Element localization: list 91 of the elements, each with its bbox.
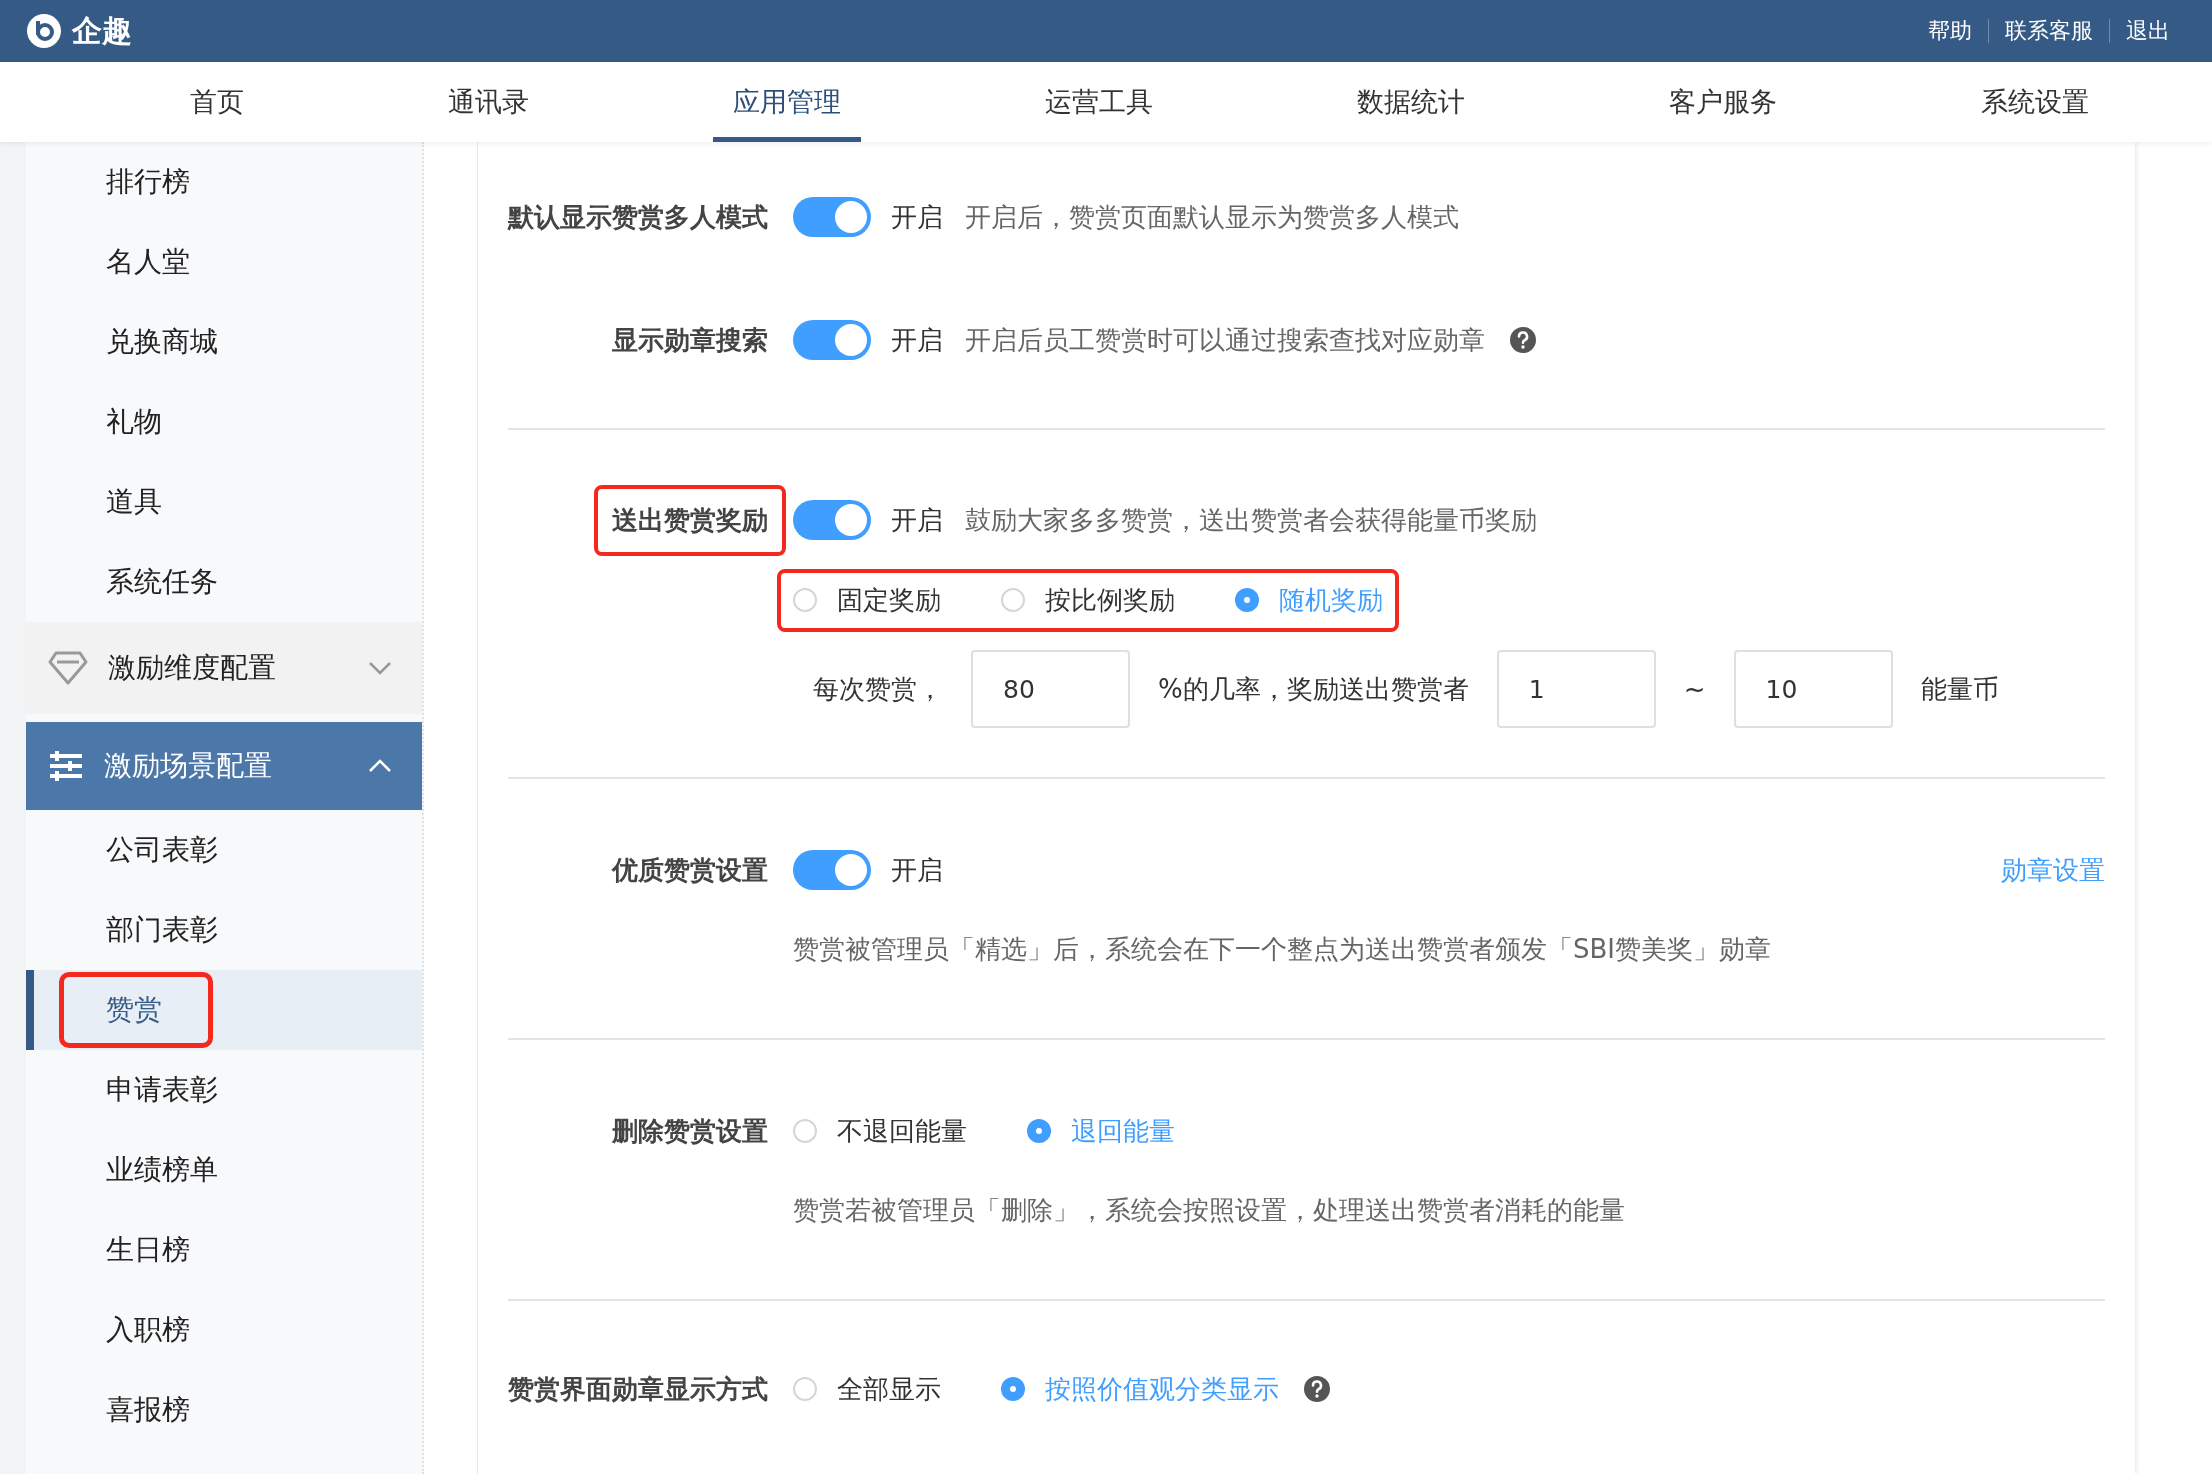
setting-label: 优质赞赏设置: [610, 853, 769, 887]
radio-label: 不退回能量: [837, 1114, 967, 1148]
radio-label: 按照价值观分类显示: [1045, 1372, 1279, 1406]
sidebar-item-label: 入职榜: [105, 1312, 191, 1348]
sidebar-item[interactable]: 兑换商城: [26, 302, 422, 382]
radio-button[interactable]: [793, 1377, 817, 1401]
logo-icon: [26, 13, 62, 49]
setting-label: 默认显示赞赏多人模式: [506, 200, 769, 234]
radio-button[interactable]: [1235, 588, 1259, 612]
sidebar-item-label: 部门表彰: [105, 912, 219, 948]
sidebar-group[interactable]: 激励维度配置: [26, 622, 422, 714]
radio-label: 随机奖励: [1279, 583, 1383, 617]
number-input[interactable]: 80: [971, 650, 1130, 728]
nav-tab[interactable]: 运营工具: [1025, 62, 1173, 142]
rule-text: 每次赞赏，: [813, 672, 943, 706]
toggle-switch[interactable]: [793, 320, 871, 360]
toggle-label: 开启: [891, 200, 943, 234]
toggle-switch[interactable]: [793, 197, 871, 237]
nav-tab[interactable]: 系统设置: [1961, 62, 2109, 142]
sidebar-item-label: 礼物: [105, 404, 163, 440]
setting-description: 赞赏若被管理员「删除」，系统会按照设置，处理送出赞赏者消耗的能量: [792, 1194, 1626, 1227]
nav-tab[interactable]: 数据统计: [1337, 62, 1485, 142]
setting-label: 送出赞赏奖励: [594, 484, 786, 556]
sidebar-item[interactable]: 入职榜: [26, 1290, 422, 1370]
sidebar-item[interactable]: 道具: [26, 462, 422, 542]
setting-description: 赞赏被管理员「精选」后，系统会在下一个整点为送出赞赏者颁发「SBI赞美奖」勋章: [792, 933, 1772, 966]
sidebar-item[interactable]: 业绩榜单: [26, 1130, 422, 1210]
radio-option[interactable]: 固定奖励: [793, 582, 941, 618]
chevron-up-icon: [368, 759, 392, 773]
sidebar-item-label: 排行榜: [105, 164, 191, 200]
radio-button[interactable]: [793, 1119, 817, 1143]
sidebar-item[interactable]: 赞赏: [26, 970, 422, 1050]
nav-tab[interactable]: 通讯录: [428, 62, 549, 142]
sidebar-item-label: 喜报榜: [105, 1392, 191, 1428]
help-icon[interactable]: [1303, 1375, 1331, 1403]
header-link[interactable]: 退出: [2109, 19, 2186, 43]
sidebar-item-label: 系统任务: [105, 564, 219, 600]
sidebar-item-label: 名人堂: [105, 244, 191, 280]
help-icon[interactable]: [1509, 326, 1537, 354]
sidebar-item[interactable]: 喜报榜: [26, 1370, 422, 1450]
sidebar-item-label: 业绩榜单: [105, 1152, 219, 1188]
sidebar-item[interactable]: 申请表彰: [26, 1050, 422, 1130]
number-input[interactable]: 1: [1496, 650, 1656, 728]
radio-button[interactable]: [1001, 588, 1025, 612]
sidebar-item-label: 申请表彰: [105, 1072, 219, 1108]
setting-note: 开启后员工赞赏时可以通过搜索查找对应勋章: [965, 323, 1485, 357]
radio-label: 按比例奖励: [1045, 583, 1175, 617]
setting-label: 删除赞赏设置: [610, 1114, 769, 1148]
sidebar-item[interactable]: 名人堂: [26, 222, 422, 302]
sidebar-item[interactable]: 排行榜: [26, 142, 422, 222]
sidebar-item[interactable]: 礼物: [26, 382, 422, 462]
logo-text: 企趣: [72, 11, 132, 50]
radio-option[interactable]: 全部显示: [793, 1371, 941, 1407]
toggle-label: 开启: [891, 323, 943, 357]
radio-button[interactable]: [1027, 1119, 1051, 1143]
sidebar-item[interactable]: 公司表彰: [26, 810, 422, 890]
sidebar-item-label: 兑换商城: [105, 324, 219, 360]
radio-button[interactable]: [1001, 1377, 1025, 1401]
sidebar-item-label: 道具: [105, 484, 163, 520]
setting-label: 显示勋章搜索: [611, 323, 769, 357]
nav-tab[interactable]: 首页: [170, 62, 264, 142]
setting-note: 鼓励大家多多赞赏，送出赞赏者会获得能量币奖励: [965, 503, 1537, 537]
setting-note: 开启后，赞赏页面默认显示为赞赏多人模式: [965, 200, 1459, 234]
sidebar-item-label: 赞赏: [59, 972, 213, 1048]
header-link[interactable]: 帮助: [1912, 19, 1988, 43]
number-input[interactable]: 10: [1733, 650, 1893, 728]
toggle-label: 开启: [891, 503, 943, 537]
rule-text: %的几率，奖励送出赞赏者: [1158, 672, 1469, 706]
radio-option[interactable]: 不退回能量: [793, 1113, 967, 1149]
sidebar-item-label: 公司表彰: [105, 832, 219, 868]
nav-tab[interactable]: 客户服务: [1649, 62, 1797, 142]
setting-label: 赞赏界面勋章显示方式: [507, 1372, 769, 1406]
rule-text: ~: [1683, 674, 1706, 704]
sidebar-item[interactable]: 生日榜: [26, 1210, 422, 1290]
sidebar-item[interactable]: 系统任务: [26, 542, 422, 622]
diamond-icon: [48, 650, 88, 686]
sidebar-item-label: 生日榜: [105, 1232, 191, 1268]
radio-option[interactable]: 按比例奖励: [1001, 582, 1175, 618]
sidebar-group[interactable]: 激励场景配置: [26, 722, 422, 810]
header-link[interactable]: 联系客服: [1988, 19, 2109, 43]
radio-label: 全部显示: [837, 1372, 941, 1406]
chevron-down-icon: [368, 661, 392, 675]
rule-text: 能量币: [1920, 672, 1999, 706]
toggle-switch[interactable]: [793, 850, 871, 890]
toggle-switch[interactable]: [793, 500, 871, 540]
toggle-label: 开启: [891, 853, 943, 887]
radio-button[interactable]: [793, 588, 817, 612]
radio-label: 固定奖励: [837, 583, 941, 617]
sliders-icon: [48, 750, 84, 782]
sidebar-item[interactable]: 部门表彰: [26, 890, 422, 970]
radio-label: 退回能量: [1071, 1114, 1175, 1148]
